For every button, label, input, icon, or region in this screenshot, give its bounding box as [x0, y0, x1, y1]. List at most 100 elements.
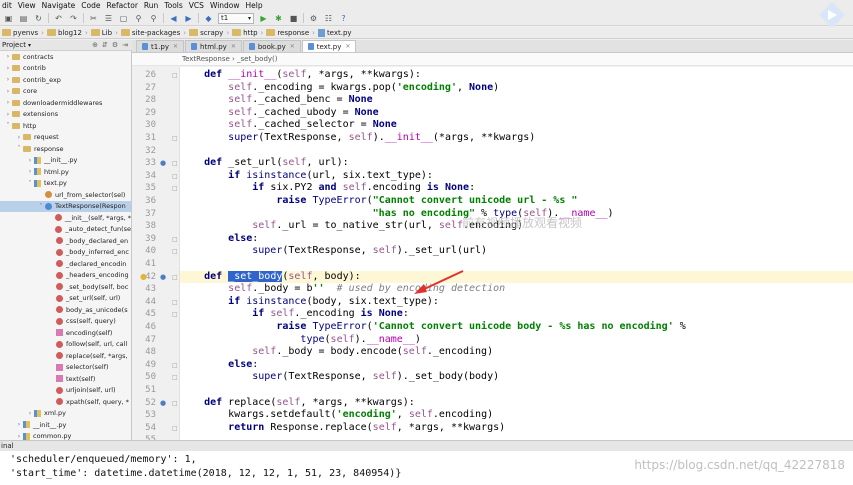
code-line[interactable]: self._cached_ubody = None — [180, 107, 853, 120]
code-line[interactable]: else: — [180, 233, 853, 246]
debug-icon[interactable]: ✱ — [273, 13, 284, 24]
fold-marker-icon[interactable]: □ — [172, 311, 178, 318]
forward-icon[interactable]: ▶ — [183, 13, 194, 24]
code-line[interactable]: else: — [180, 359, 853, 372]
close-icon[interactable]: ✕ — [231, 43, 236, 50]
expand-arrow-icon[interactable]: › — [15, 134, 23, 141]
fold-marker-icon[interactable]: □ — [172, 248, 178, 255]
fold-marker-icon[interactable]: □ — [172, 299, 178, 306]
editor-breadcrumb[interactable]: TextResponse › _set_body() — [132, 53, 853, 66]
expand-arrow-icon[interactable]: ˅ — [15, 145, 23, 152]
expand-arrow-icon[interactable]: › — [4, 111, 12, 118]
breadcrumb-item[interactable]: response › — [266, 29, 315, 37]
tree-item[interactable]: urljoin(self, url) — [0, 385, 131, 397]
tree-item[interactable]: url_from_selector(sel) — [0, 189, 131, 201]
code-line[interactable]: type(self).__name__) — [180, 334, 853, 347]
tab-book-py[interactable]: book.py ✕ — [242, 40, 301, 52]
gear-icon[interactable]: ⚙ — [112, 41, 118, 49]
target-icon[interactable]: ⊕ — [92, 41, 98, 49]
fold-marker-icon[interactable]: □ — [172, 362, 178, 369]
tree-item[interactable]: ˅ http — [0, 120, 131, 132]
breadcrumb-item[interactable]: http › — [232, 29, 263, 37]
code-line[interactable]: self._cached_benc = None — [180, 94, 853, 107]
close-icon[interactable]: ✕ — [173, 43, 178, 50]
settings-icon[interactable]: ⚙ — [308, 13, 319, 24]
tree-item[interactable]: body_as_unicode(s — [0, 304, 131, 316]
tree-item[interactable]: ˅ TextResponse(Respon — [0, 200, 131, 212]
tree-item[interactable]: › __init__.py — [0, 155, 131, 167]
tree-item[interactable]: › html.py — [0, 166, 131, 178]
fold-marker-icon[interactable]: □ — [172, 135, 178, 142]
code-line[interactable] — [180, 384, 853, 397]
tree-item[interactable]: › core — [0, 86, 131, 98]
code-line[interactable]: if isinstance(body, six.text_type): — [180, 296, 853, 309]
console-title[interactable]: inal — [1, 442, 14, 450]
tab-text-py[interactable]: text.py ✕ — [301, 40, 357, 52]
tree-item[interactable]: _declared_encodin — [0, 258, 131, 270]
expand-arrow-icon[interactable]: › — [4, 53, 12, 60]
menu-item-window[interactable]: Window — [210, 1, 240, 10]
tree-item[interactable]: ˅ text.py — [0, 178, 131, 190]
code-line[interactable]: raise TypeError('Cannot convert unicode … — [180, 321, 853, 334]
code-line[interactable]: def _set_body(self, body): — [180, 270, 853, 284]
breadcrumb-item[interactable]: blog12 › — [46, 29, 88, 37]
expand-arrow-icon[interactable]: › — [15, 433, 23, 440]
code-line[interactable]: return Response.replace(self, *args, **k… — [180, 422, 853, 435]
tree-item[interactable]: › xml.py — [0, 408, 131, 420]
collapse-icon[interactable]: ⇵ — [102, 41, 108, 49]
expand-arrow-icon[interactable]: › — [4, 99, 12, 106]
editor-gutter[interactable]: 26 □ 27 28 29 30 31 □ 32 33 ● □ 34 □ 35 □ 36 37 38 39 □ 40 □ 41… — [132, 67, 180, 440]
save-icon[interactable]: ▤ — [18, 13, 29, 24]
menu-item-navigate[interactable]: Navigate — [42, 1, 76, 10]
undo-icon[interactable]: ↶ — [53, 13, 64, 24]
structure-icon[interactable]: ☷ — [323, 13, 334, 24]
code-editor[interactable]: 26 □ 27 28 29 30 31 □ 32 33 ● □ 34 □ 35 □ 36 37 38 39 □ 40 □ 41… — [132, 67, 853, 440]
fold-marker-icon[interactable]: □ — [172, 236, 178, 243]
expand-arrow-icon[interactable]: ˅ — [4, 122, 12, 129]
expand-arrow-icon[interactable]: ˅ — [37, 203, 45, 210]
tree-item[interactable]: replace(self, *args, — [0, 350, 131, 362]
menu-item-run[interactable]: Run — [144, 1, 158, 10]
override-marker-icon[interactable]: ● — [160, 273, 168, 281]
fold-marker-icon[interactable]: □ — [172, 160, 178, 167]
tree-item[interactable]: css(self, query) — [0, 316, 131, 328]
breadcrumb-item[interactable]: site-packages › — [120, 29, 186, 37]
fold-marker-icon[interactable]: □ — [172, 400, 178, 407]
lightbulb-icon[interactable]: ● — [140, 272, 147, 281]
breadcrumb-item[interactable]: text.py — [317, 28, 352, 37]
code-line[interactable]: super(TextResponse, self)._set_url(url) — [180, 245, 853, 258]
breadcrumb-item[interactable]: Lib › — [90, 29, 118, 37]
menu-item-help[interactable]: Help — [246, 1, 263, 10]
tree-item[interactable]: ˅ response — [0, 143, 131, 155]
tree-item[interactable]: encoding(self) — [0, 327, 131, 339]
expand-arrow-icon[interactable]: ˅ — [26, 180, 34, 187]
code-line[interactable] — [180, 258, 853, 271]
run-icon[interactable]: ▶ — [258, 13, 269, 24]
find-icon[interactable]: ⚲ — [133, 13, 144, 24]
tree-item[interactable]: _set_body(self, boc — [0, 281, 131, 293]
redo-icon[interactable]: ↷ — [68, 13, 79, 24]
menu-item-dit[interactable]: dit — [2, 1, 12, 10]
tree-item[interactable]: › contracts — [0, 51, 131, 63]
tree-item[interactable]: › request — [0, 132, 131, 144]
code-line[interactable]: super(TextResponse, self).__init__(*args… — [180, 132, 853, 145]
code-line[interactable] — [180, 145, 853, 158]
code-line[interactable]: self._encoding = kwargs.pop('encoding', … — [180, 82, 853, 95]
code-line[interactable]: if six.PY2 and self.encoding is None: — [180, 182, 853, 195]
tab-t1-py[interactable]: t1.py ✕ — [136, 40, 185, 52]
tree-item[interactable]: › __init__.py — [0, 419, 131, 431]
tree-item[interactable]: _set_url(self, url) — [0, 293, 131, 305]
tree-item[interactable]: _body_inferred_enc — [0, 247, 131, 259]
cut-icon[interactable]: ✂ — [88, 13, 99, 24]
expand-arrow-icon[interactable]: › — [26, 168, 34, 175]
tree-item[interactable]: follow(self, url, call — [0, 339, 131, 351]
run-configuration-select[interactable]: t1 ▾ — [218, 12, 254, 24]
tree-item[interactable]: selector(self) — [0, 362, 131, 374]
replace-icon[interactable]: ⚲ — [148, 13, 159, 24]
sync-icon[interactable]: ↻ — [33, 13, 44, 24]
code-line[interactable]: if self._encoding is None: — [180, 308, 853, 321]
code-line[interactable]: self._cached_selector = None — [180, 119, 853, 132]
code-line[interactable]: def replace(self, *args, **kwargs): — [180, 397, 853, 410]
open-folder-icon[interactable]: ▣ — [3, 13, 14, 24]
expand-arrow-icon[interactable]: › — [4, 88, 12, 95]
